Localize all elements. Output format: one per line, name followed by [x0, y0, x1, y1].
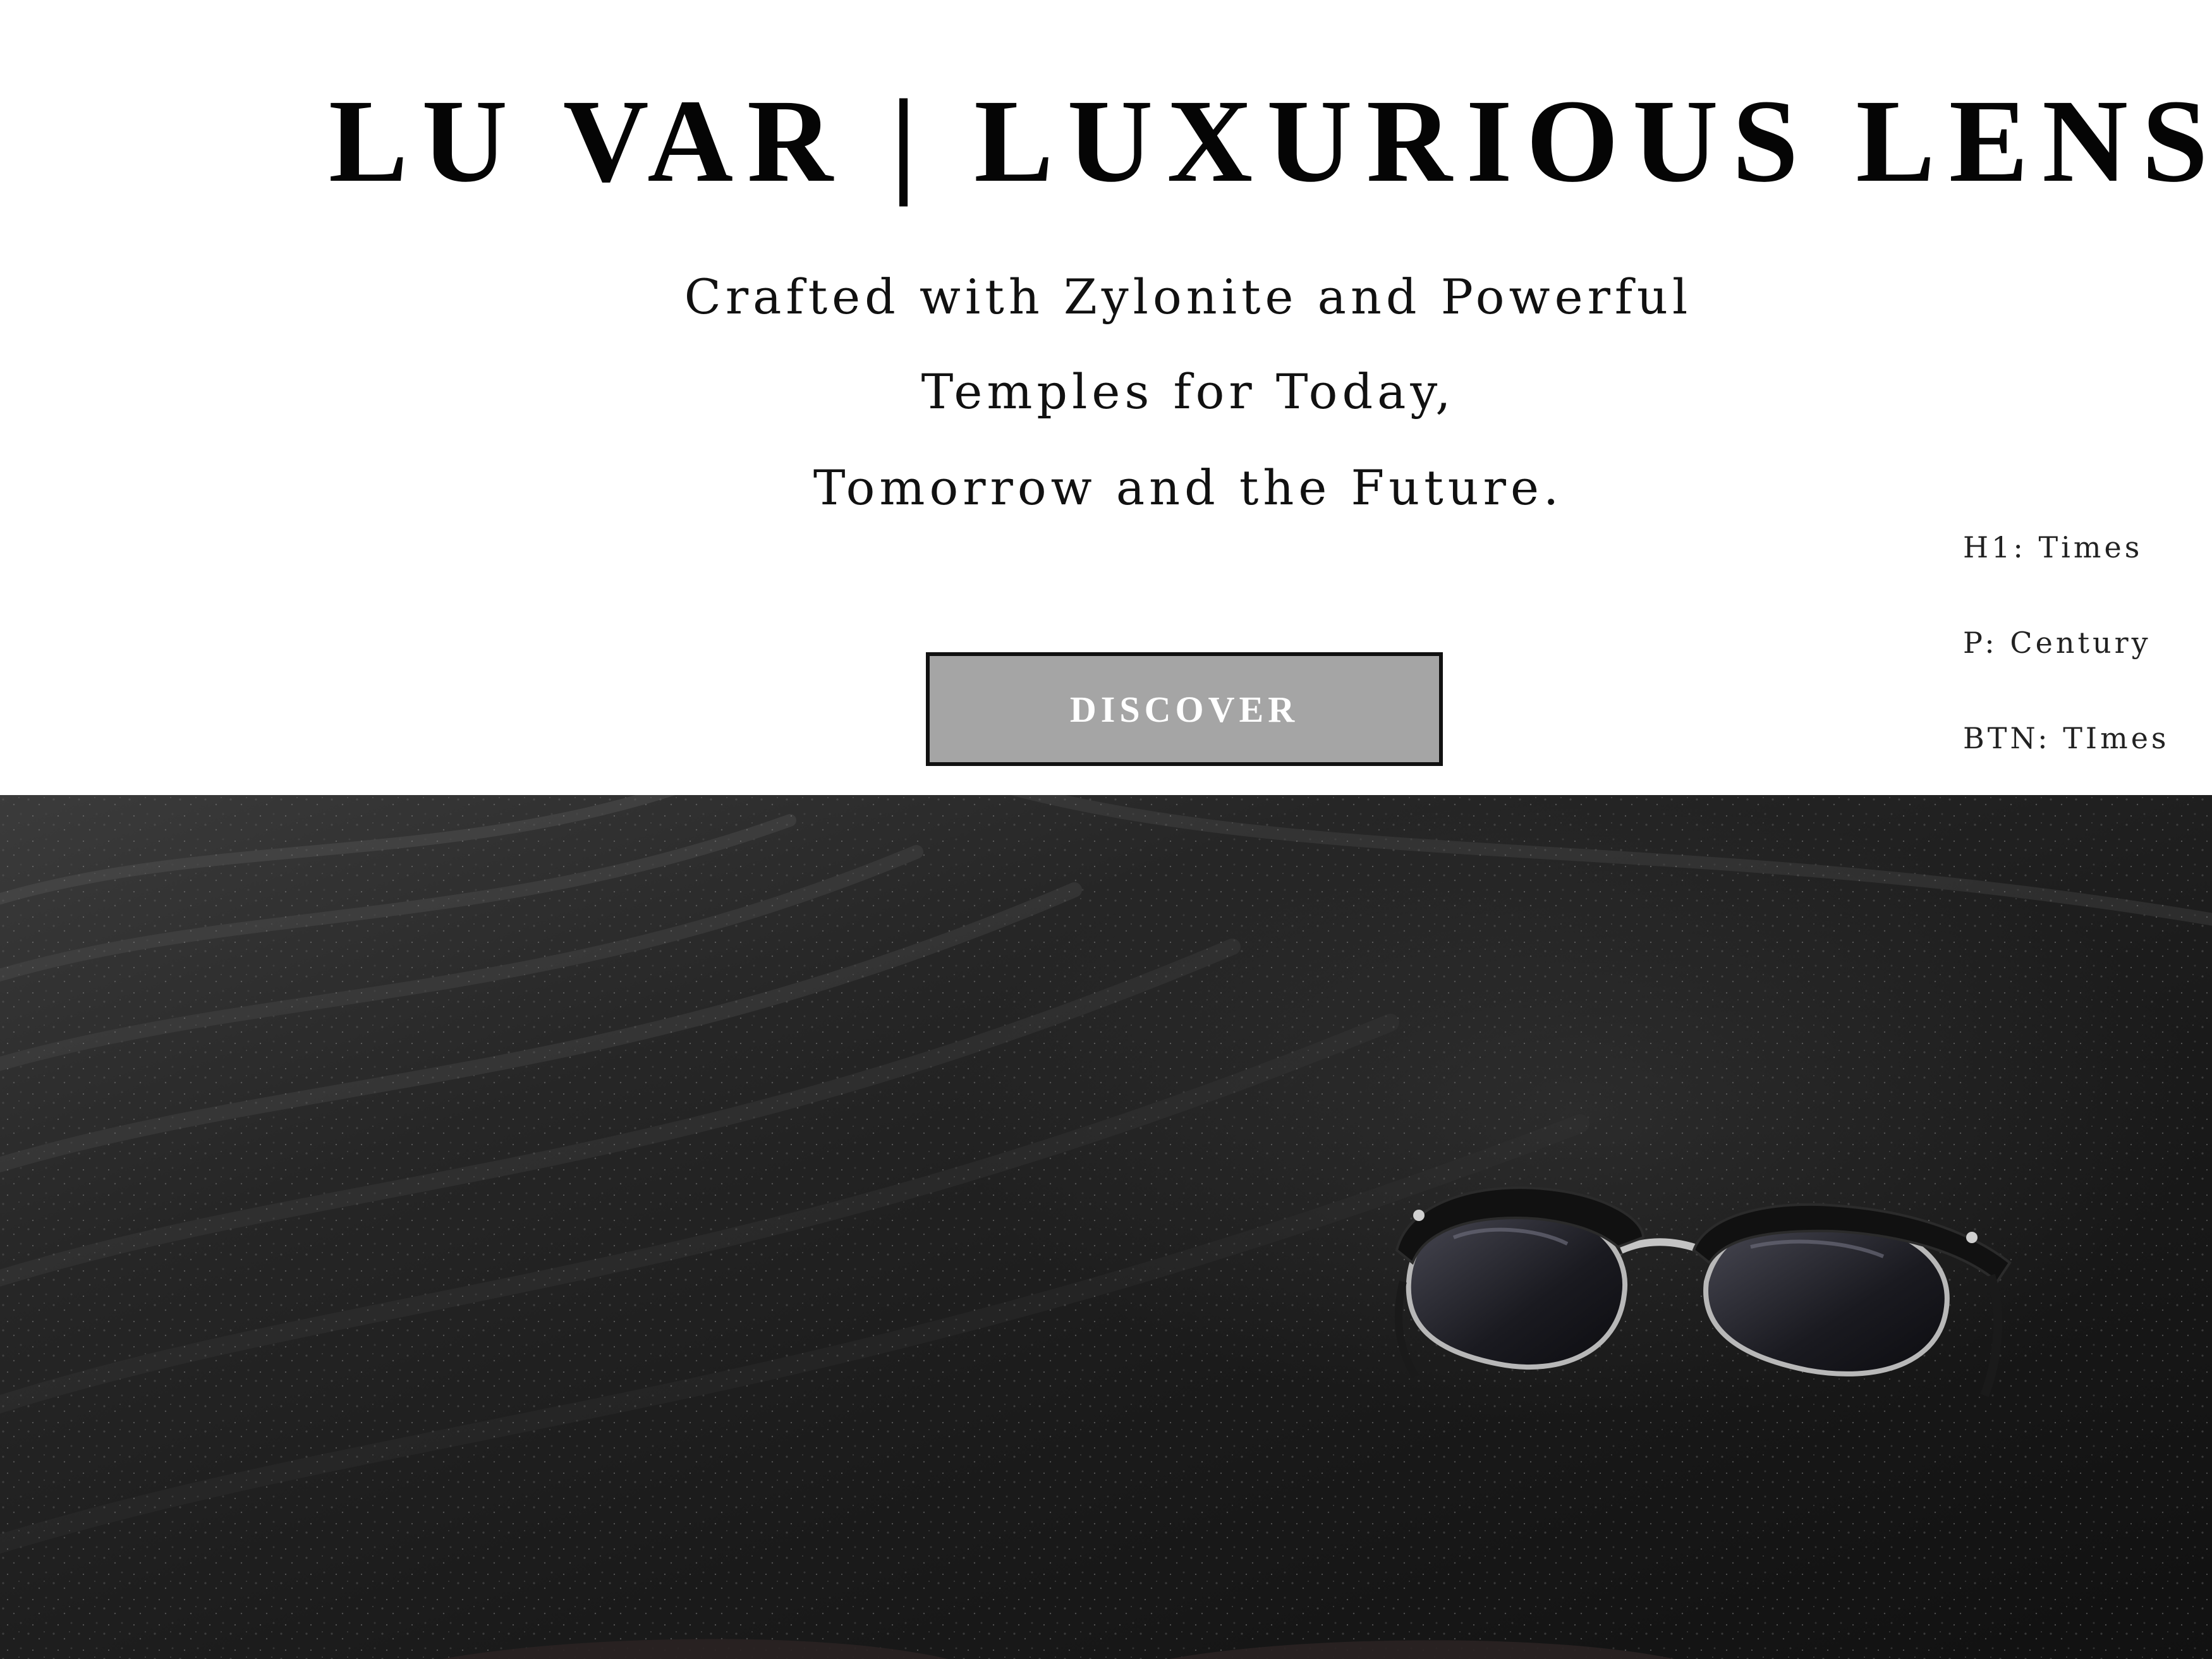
black-sand-image	[0, 795, 2212, 1659]
font-notes: H1: Times P: Century BTN: TImes	[1963, 525, 2203, 811]
tagline-line-3: Tomorrow and the Future.	[813, 459, 1564, 516]
hero-header: LU VAR | LUXURIOUS LENS Crafted with Zyl…	[0, 0, 2212, 795]
tagline-line-2: Temples for Today,	[921, 363, 1455, 420]
tagline-line-1: Crafted with Zylonite and Powerful	[684, 269, 1692, 325]
discover-button[interactable]: DISCOVER	[926, 652, 1443, 766]
font-note-p: P: Century	[1963, 626, 2151, 660]
hero-image	[0, 795, 2212, 1659]
font-note-h1: H1: Times	[1963, 530, 2143, 564]
brand-title: LU VAR | LUXURIOUS LENS	[329, 75, 2212, 207]
